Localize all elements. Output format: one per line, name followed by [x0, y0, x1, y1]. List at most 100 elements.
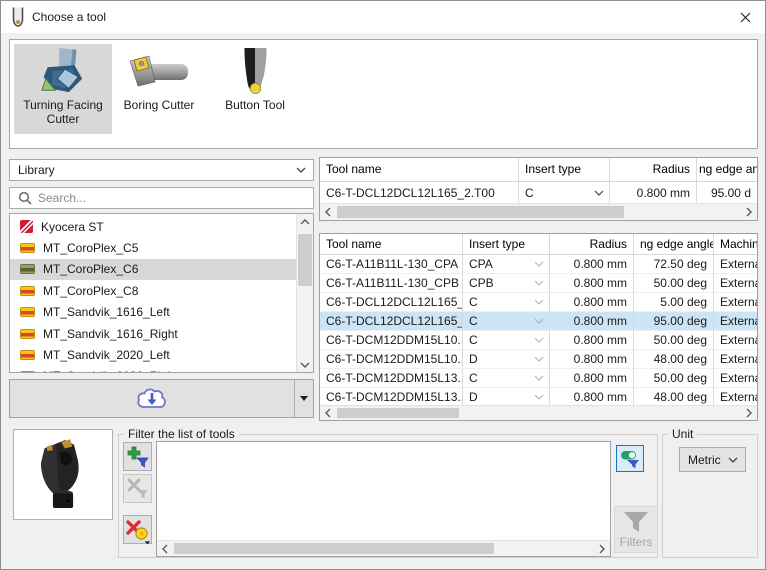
edge-angle-cell: 72.50 deg: [634, 255, 714, 274]
column-header-tool-name[interactable]: Tool name: [320, 158, 519, 181]
insert-type-combobox[interactable]: C: [519, 182, 610, 204]
tool-name-cell: C6-T-DCL12DCL12L165_2: [320, 312, 463, 331]
machining-cell: Externa: [714, 350, 757, 369]
filter-list[interactable]: [156, 441, 611, 557]
column-header-insert-type[interactable]: Insert type: [463, 234, 550, 254]
add-filter-button[interactable]: [123, 442, 152, 471]
tool-type-label: Boring Cutter: [114, 98, 204, 112]
library-dropdown[interactable]: Library: [9, 159, 314, 181]
column-header-edge-angle[interactable]: ng edge ang: [697, 158, 757, 181]
filter-group-label: Filter the list of tools: [124, 427, 239, 441]
insert-type-combobox[interactable]: C: [463, 293, 550, 312]
toggle-filter-button[interactable]: [616, 445, 644, 472]
window-title: Choose a tool: [32, 1, 106, 33]
selected-tool-row[interactable]: C6-T-DCL12DCL12L165_2.T00 C 0.800 mm 95.…: [320, 182, 757, 204]
scroll-right-icon[interactable]: [593, 541, 610, 556]
library-list-item[interactable]: MT_Sandvik_1616_Left: [10, 302, 296, 323]
scroll-left-icon[interactable]: [157, 541, 174, 556]
cloud-download-icon[interactable]: [10, 380, 294, 417]
library-icon-yellow: [20, 371, 35, 373]
scrollbar-thumb[interactable]: [337, 206, 624, 218]
tool-name-cell: C6-T-DCM12DDM15L10...: [320, 331, 463, 350]
download-options-dropdown[interactable]: [294, 380, 313, 417]
tools-table: Tool name Insert type Radius ng edge ang…: [319, 233, 758, 421]
library-list-scrollbar[interactable]: [296, 214, 313, 372]
filters-button[interactable]: Filters: [614, 506, 658, 553]
column-header-machining[interactable]: Machin: [714, 234, 757, 254]
insert-type-combobox[interactable]: C: [463, 369, 550, 388]
tool-3d-preview: [13, 429, 113, 520]
kyocera-logo-icon: [20, 220, 33, 233]
tool-type-boring-cutter[interactable]: Boring Cutter: [114, 44, 204, 134]
column-header-radius[interactable]: Radius: [550, 234, 634, 254]
scroll-right-icon[interactable]: [740, 406, 757, 420]
column-header-radius[interactable]: Radius: [610, 158, 697, 181]
tool-table-row[interactable]: C6-T-A11B11L-130_CPA CPA 0.800 mm 72.50 …: [320, 255, 757, 274]
chevron-down-icon: [594, 190, 604, 196]
insert-type-value: CPB: [469, 276, 494, 290]
library-icon-yellow: [20, 350, 35, 360]
library-list-item[interactable]: Kyocera ST: [10, 216, 296, 237]
tool-table-row[interactable]: C6-T-DCM12DDM15L13... C 0.800 mm 50.00 d…: [320, 369, 757, 388]
column-header-tool-name[interactable]: Tool name: [320, 234, 463, 254]
column-header-insert-type[interactable]: Insert type: [519, 158, 610, 181]
chevron-down-icon: [534, 356, 544, 362]
radius-cell: 0.800 mm: [610, 182, 697, 204]
tool-table-row[interactable]: C6-T-DCM12DDM15L10... C 0.800 mm 50.00 d…: [320, 331, 757, 350]
tool-table-row[interactable]: C6-T-DCM12DDM15L10... D 0.800 mm 48.00 d…: [320, 350, 757, 369]
scroll-down-icon[interactable]: [297, 356, 313, 372]
scrollbar-thumb[interactable]: [298, 234, 312, 286]
remove-filter-button[interactable]: [123, 474, 152, 503]
insert-type-combobox[interactable]: C: [463, 331, 550, 350]
horizontal-scrollbar[interactable]: [320, 203, 757, 220]
clear-filter-button[interactable]: [123, 515, 152, 544]
library-icon-yellow: [20, 243, 35, 253]
scroll-left-icon[interactable]: [320, 204, 337, 220]
library-icon-yellow: [20, 329, 35, 339]
scroll-up-icon[interactable]: [297, 214, 313, 230]
library-list-item[interactable]: MT_Sandvik_1616_Right: [10, 323, 296, 344]
tool-type-button-tool[interactable]: Button Tool: [206, 44, 304, 134]
insert-type-combobox[interactable]: C: [463, 312, 550, 331]
radius-cell: 0.800 mm: [550, 312, 634, 331]
unit-dropdown[interactable]: Metric: [679, 447, 746, 472]
tool-table-row[interactable]: C6-T-A11B11L-130_CPB CPB 0.800 mm 50.00 …: [320, 274, 757, 293]
horizontal-scrollbar[interactable]: [157, 540, 610, 556]
insert-type-combobox[interactable]: CPB: [463, 274, 550, 293]
library-icon-yellow: [20, 307, 35, 317]
insert-type-value: C: [469, 295, 478, 309]
library-icon-olive: [20, 264, 35, 274]
search-input[interactable]: [38, 191, 313, 205]
edge-angle-cell: 5.00 deg: [634, 293, 714, 312]
library-name: Kyocera ST: [41, 220, 104, 234]
library-list-item[interactable]: MT_CoroPlex_C5: [10, 237, 296, 258]
edge-angle-cell: 48.00 deg: [634, 350, 714, 369]
horizontal-scrollbar[interactable]: [320, 405, 757, 420]
scroll-right-icon[interactable]: [740, 204, 757, 220]
close-icon[interactable]: [731, 5, 759, 29]
funnel-icon: [623, 511, 649, 533]
scroll-left-icon[interactable]: [320, 406, 337, 420]
tool-table-row[interactable]: C6-T-DCL12DCL12L165_2 C 0.800 mm 95.00 d…: [320, 312, 757, 331]
library-list-item[interactable]: MT_Sandvik_2020_Right: [10, 366, 296, 373]
library-name: MT_CoroPlex_C8: [43, 284, 138, 298]
scrollbar-thumb[interactable]: [174, 543, 494, 554]
chevron-down-icon: [534, 394, 544, 400]
library-list-item[interactable]: MT_Sandvik_2020_Left: [10, 344, 296, 365]
download-library-button[interactable]: [9, 379, 314, 418]
tools-table-header: Tool name Insert type Radius ng edge ang…: [320, 234, 757, 255]
add-filter-icon: [127, 446, 149, 468]
machining-cell: Externa: [714, 293, 757, 312]
boring-cutter-icon: [114, 46, 204, 98]
library-list-item[interactable]: MT_CoroPlex_C6: [10, 259, 296, 280]
turning-facing-cutter-icon: [14, 46, 112, 98]
column-header-edge-angle[interactable]: ng edge angle: [634, 234, 714, 254]
insert-type-combobox[interactable]: CPA: [463, 255, 550, 274]
triangle-down-icon: [300, 396, 308, 401]
machining-cell: Externa: [714, 274, 757, 293]
tool-table-row[interactable]: C6-T-DCL12DCL12L165_1 C 0.800 mm 5.00 de…: [320, 293, 757, 312]
tool-type-turning-facing-cutter[interactable]: Turning Facing Cutter: [14, 44, 112, 134]
library-list-item[interactable]: MT_CoroPlex_C8: [10, 280, 296, 301]
insert-type-combobox[interactable]: D: [463, 350, 550, 369]
scrollbar-thumb[interactable]: [337, 408, 459, 418]
